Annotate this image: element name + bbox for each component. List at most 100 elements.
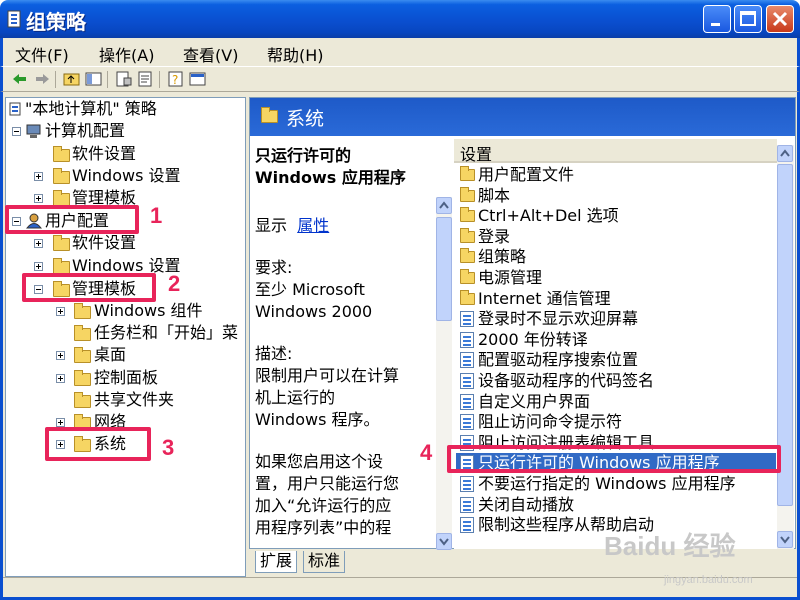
list-item[interactable]: 组策略 (456, 247, 776, 267)
list-item[interactable]: 登录时不显示欢迎屏幕 (456, 309, 776, 329)
list-item[interactable]: 登录 (456, 227, 776, 247)
folder-icon (261, 107, 278, 123)
collapse-toggle[interactable] (12, 127, 21, 136)
back-arrow-icon[interactable] (11, 71, 29, 87)
list-item[interactable]: 关闭自动播放 (456, 495, 776, 515)
scroll-down-button[interactable] (777, 531, 793, 548)
expand-toggle[interactable] (56, 351, 65, 360)
expand-toggle[interactable] (34, 172, 43, 181)
desc-title-line2: Windows 应用程序 (255, 168, 406, 187)
folder-icon (460, 289, 475, 305)
toolbar-separator (107, 71, 108, 88)
folder-icon (74, 303, 91, 319)
export-list-icon[interactable] (137, 71, 155, 87)
close-icon (772, 11, 788, 27)
maximize-button[interactable] (734, 5, 762, 33)
list-item[interactable]: 自定义用户界面 (456, 392, 776, 412)
expand-toggle[interactable] (34, 239, 43, 248)
show-label: 显示 (255, 216, 288, 235)
policy-icon (460, 476, 474, 492)
scroll-down-button[interactable] (436, 533, 452, 550)
list-item[interactable]: 脚本 (456, 186, 776, 206)
callout-number-1: 1 (150, 203, 163, 228)
description-line7: 用程序列表”中的程 (255, 518, 392, 537)
watermark-logo: Baidu 经验 (604, 531, 736, 561)
show-hide-tree-icon[interactable] (85, 71, 103, 87)
menu-action[interactable]: 操作(A) (99, 42, 154, 66)
menu-help[interactable]: 帮助(H) (267, 42, 324, 66)
properties-link[interactable]: 属性 (297, 216, 329, 235)
list-item-label: 登录 (478, 226, 511, 246)
list-item-label: 自定义用户界面 (478, 391, 591, 411)
forward-arrow-icon[interactable] (33, 71, 51, 87)
callout-box-1 (5, 205, 139, 234)
up-folder-icon[interactable] (63, 71, 81, 87)
list-item[interactable]: 不要运行指定的 Windows 应用程序 (456, 474, 776, 494)
settings-list[interactable]: 设置 用户配置文件 脚本 Ctrl+Alt+Del 选项 登录 组策略 电源管理 Inter… (454, 139, 777, 549)
expand-toggle[interactable] (56, 418, 65, 427)
chevron-down-icon (439, 538, 449, 546)
description-label: 描述: (255, 344, 293, 363)
tree-software-settings[interactable]: 软件设置 (72, 143, 136, 165)
list-item-label: 登录时不显示欢迎屏幕 (478, 309, 639, 329)
list-item[interactable]: 阻止访问命令提示符 (456, 412, 776, 432)
description-line4: 如果您启用这个设 (255, 452, 384, 471)
expand-toggle[interactable] (56, 374, 65, 383)
tree-item-control-panel[interactable]: 控制面板 (94, 367, 158, 389)
policy-icon (460, 373, 474, 389)
tree-windows-settings[interactable]: Windows 设置 (72, 165, 181, 187)
folder-icon (460, 248, 475, 264)
tree-item-desktop[interactable]: 桌面 (94, 344, 126, 366)
tree-user-software-settings[interactable]: 软件设置 (72, 232, 136, 254)
folder-icon (460, 207, 475, 223)
menu-view[interactable]: 查看(V) (183, 42, 238, 66)
settings-column-header[interactable]: 设置 (454, 139, 777, 164)
desc-title-line1: 只运行许可的 (255, 146, 352, 165)
folder-icon (74, 370, 91, 386)
callout-number-2: 2 (168, 271, 181, 296)
policy-icon (460, 517, 474, 534)
list-item[interactable]: 2000 年份转译 (456, 330, 776, 350)
expand-toggle[interactable] (34, 262, 43, 271)
tree-item-taskbar-start[interactable]: 任务栏和「开始」菜 (94, 322, 238, 344)
scroll-up-button[interactable] (777, 145, 793, 162)
callout-number-3: 3 (162, 435, 175, 460)
properties-icon[interactable] (115, 71, 133, 87)
tree-item-windows-components[interactable]: Windows 组件 (94, 300, 203, 322)
list-item-label: 阻止访问命令提示符 (478, 412, 623, 432)
tab-extended[interactable]: 扩展 (255, 551, 298, 573)
minimize-button[interactable] (703, 5, 731, 33)
list-item[interactable]: 设备驱动程序的代码签名 (456, 371, 776, 391)
computer-icon (26, 124, 41, 138)
minimize-icon (711, 23, 720, 26)
description-scrollbar[interactable] (436, 197, 452, 550)
callout-box-4 (447, 445, 781, 473)
expand-toggle[interactable] (56, 307, 65, 316)
description-line1: 限制用户可以在计算 (255, 366, 400, 385)
list-item[interactable]: 用户配置文件 (456, 165, 776, 185)
folder-icon (460, 166, 475, 181)
scroll-thumb[interactable] (436, 217, 452, 321)
close-button[interactable] (766, 5, 794, 33)
list-item-label: 不要运行指定的 Windows 应用程序 (478, 474, 736, 493)
chevron-down-icon (780, 536, 790, 544)
help-icon[interactable]: ? (167, 71, 185, 87)
list-item[interactable]: 配置驱动程序搜索位置 (456, 350, 776, 370)
folder-icon (460, 227, 475, 243)
scroll-up-button[interactable] (436, 197, 452, 214)
tree-item-shared-folders[interactable]: 共享文件夹 (94, 389, 174, 411)
details-header-title: 系统 (286, 108, 325, 130)
folder-icon (53, 146, 70, 162)
list-item[interactable]: Ctrl+Alt+Del 选项 (456, 206, 776, 226)
settings-scrollbar[interactable] (777, 145, 794, 549)
view-icon[interactable] (189, 71, 207, 87)
list-item[interactable]: 电源管理 (456, 268, 776, 288)
list-item-label: 配置驱动程序搜索位置 (478, 350, 639, 370)
policy-root-icon (9, 102, 21, 116)
list-item[interactable]: Internet 通信管理 (456, 289, 776, 309)
expand-toggle[interactable] (34, 194, 43, 203)
tree-pane[interactable]: "本地计算机" 策略 计算机配置 软件设置 Windows 设置 管理模板 用户… (5, 97, 246, 577)
menu-file[interactable]: 文件(F) (15, 42, 69, 66)
chevron-up-icon (439, 201, 449, 209)
tab-standard[interactable]: 标准 (303, 551, 346, 573)
